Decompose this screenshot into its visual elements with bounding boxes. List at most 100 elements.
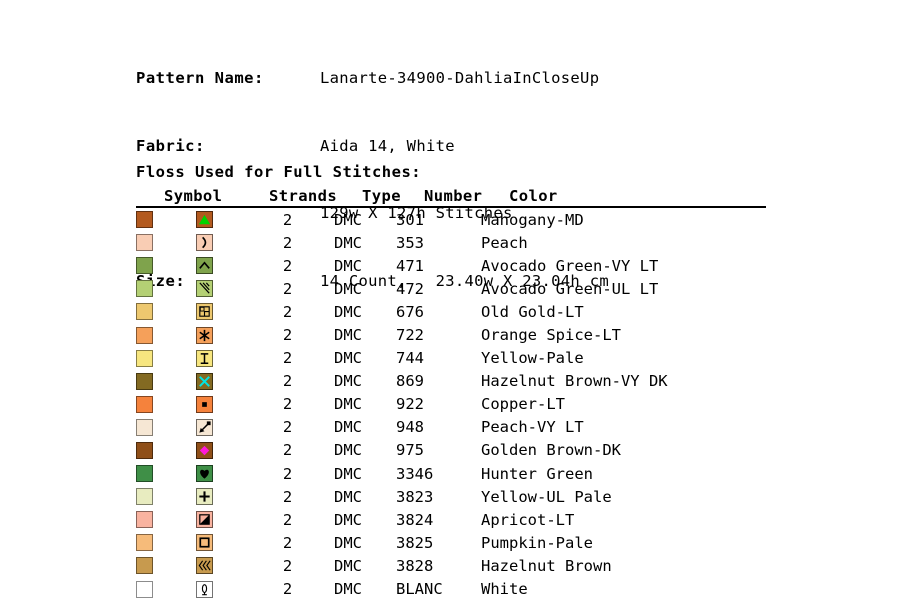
table-row: 2 DMC 975 Golden Brown-DK [136, 439, 766, 462]
cell-number: 472 [396, 279, 424, 298]
cell-color: Apricot-LT [481, 510, 575, 529]
table-row: 2 DMC 948 Peach-VY LT [136, 416, 766, 439]
cell-type: DMC [334, 395, 362, 414]
cell-color: Peach-VY LT [481, 418, 584, 437]
table-row: 2 DMC 472 Avocado Green-UL LT [136, 277, 766, 300]
pin-arrow-icon [196, 418, 213, 436]
cell-strands: 2 [282, 279, 293, 298]
cell-strands: 2 [282, 233, 293, 252]
table-row: 2 DMC 353 Peach [136, 231, 766, 254]
cell-number: 3823 [396, 487, 434, 506]
cell-strands: 2 [282, 464, 293, 483]
color-swatch [136, 465, 153, 483]
cell-type: DMC [334, 233, 362, 252]
cell-strands: 2 [282, 556, 293, 575]
floss-swatch-cell [136, 303, 168, 321]
table-row: 2 DMC 3825 Pumpkin-Pale [136, 531, 766, 554]
flag-box-icon [196, 303, 213, 321]
cell-strands: 2 [282, 510, 293, 529]
table-row: 2 DMC 3823 Yellow-UL Pale [136, 485, 766, 508]
color-swatch [136, 303, 153, 321]
floss-table: Symbol Strands Type Number Color 2 DMC 3… [136, 186, 766, 601]
cell-type: DMC [334, 580, 362, 599]
asterisk-icon [196, 326, 213, 344]
cell-strands: 2 [282, 487, 293, 506]
cell-strands: 2 [282, 580, 293, 599]
cell-type: DMC [334, 210, 362, 229]
cell-color: Avocado Green-UL LT [481, 279, 659, 298]
cell-number: 922 [396, 395, 424, 414]
column-header-symbol: Symbol [164, 186, 223, 205]
floss-rows: 2 DMC 301 Mahogany-MD 2 DMC 353 Peach 2 … [136, 208, 766, 601]
color-swatch [136, 280, 153, 298]
floss-symbol-cell [168, 326, 241, 344]
color-swatch [136, 349, 153, 367]
cell-type: DMC [334, 510, 362, 529]
cell-color: Pumpkin-Pale [481, 533, 593, 552]
cell-number: 3825 [396, 533, 434, 552]
floss-symbol-cell [168, 395, 241, 413]
cell-number: 3346 [396, 464, 434, 483]
cell-number: 744 [396, 349, 424, 368]
floss-swatch-cell [136, 418, 168, 436]
cell-strands: 2 [282, 326, 293, 345]
floss-symbol-cell [168, 534, 241, 552]
cell-number: 948 [396, 418, 424, 437]
floss-symbol-cell [168, 511, 241, 529]
cell-strands: 2 [282, 441, 293, 460]
cell-color: Mahogany-MD [481, 210, 584, 229]
color-swatch [136, 580, 153, 598]
floss-swatch-cell [136, 280, 168, 298]
floss-symbol-cell [168, 557, 241, 575]
cell-strands: 2 [282, 395, 293, 414]
color-swatch [136, 511, 153, 529]
floss-swatch-cell [136, 395, 168, 413]
cell-color: Old Gold-LT [481, 302, 584, 321]
cell-strands: 2 [282, 210, 293, 229]
cell-number: 353 [396, 233, 424, 252]
pattern-info-row: Fabric: Aida 14, White [136, 135, 609, 158]
cell-number: 676 [396, 302, 424, 321]
cell-type: DMC [334, 441, 362, 460]
table-row: 2 DMC 3828 Hazelnut Brown [136, 554, 766, 577]
floss-swatch-cell [136, 511, 168, 529]
cell-color: Yellow-UL Pale [481, 487, 612, 506]
pattern-name-value: Lanarte-34900-DahliaInCloseUp [320, 69, 600, 87]
floss-symbol-cell [168, 234, 241, 252]
cross-x-icon [196, 372, 213, 390]
right-paren-icon [196, 234, 213, 252]
floss-swatch-cell [136, 349, 168, 367]
cell-type: DMC [334, 556, 362, 575]
table-row: 2 DMC 3346 Hunter Green [136, 462, 766, 485]
open-square-icon [196, 534, 213, 552]
plus-icon [196, 488, 213, 506]
floss-swatch-cell [136, 234, 168, 252]
diagonal-lines-icon [196, 280, 213, 298]
candle-icon [196, 580, 213, 598]
floss-symbol-cell [168, 465, 241, 483]
cell-strands: 2 [282, 418, 293, 437]
color-swatch [136, 418, 153, 436]
table-row: 2 DMC 301 Mahogany-MD [136, 208, 766, 231]
fabric-value: Aida 14, White [320, 136, 455, 155]
cell-type: DMC [334, 256, 362, 275]
cell-color: Peach [481, 233, 528, 252]
fabric-label: Fabric: [136, 136, 205, 155]
column-header-color: Color [509, 186, 558, 205]
half-square-icon [196, 511, 213, 529]
floss-swatch-cell [136, 580, 168, 598]
color-swatch [136, 257, 153, 275]
floss-symbol-cell [168, 257, 241, 275]
cell-type: DMC [334, 279, 362, 298]
cell-strands: 2 [282, 349, 293, 368]
diamond-icon [196, 441, 213, 459]
floss-symbol-cell [168, 580, 241, 598]
cell-number: 722 [396, 326, 424, 345]
cell-color: Golden Brown-DK [481, 441, 621, 460]
cell-number: 301 [396, 210, 424, 229]
cell-type: DMC [334, 349, 362, 368]
cell-number: BLANC [396, 580, 443, 599]
floss-symbol-cell [168, 211, 241, 229]
color-swatch [136, 395, 153, 413]
floss-swatch-cell [136, 211, 168, 229]
